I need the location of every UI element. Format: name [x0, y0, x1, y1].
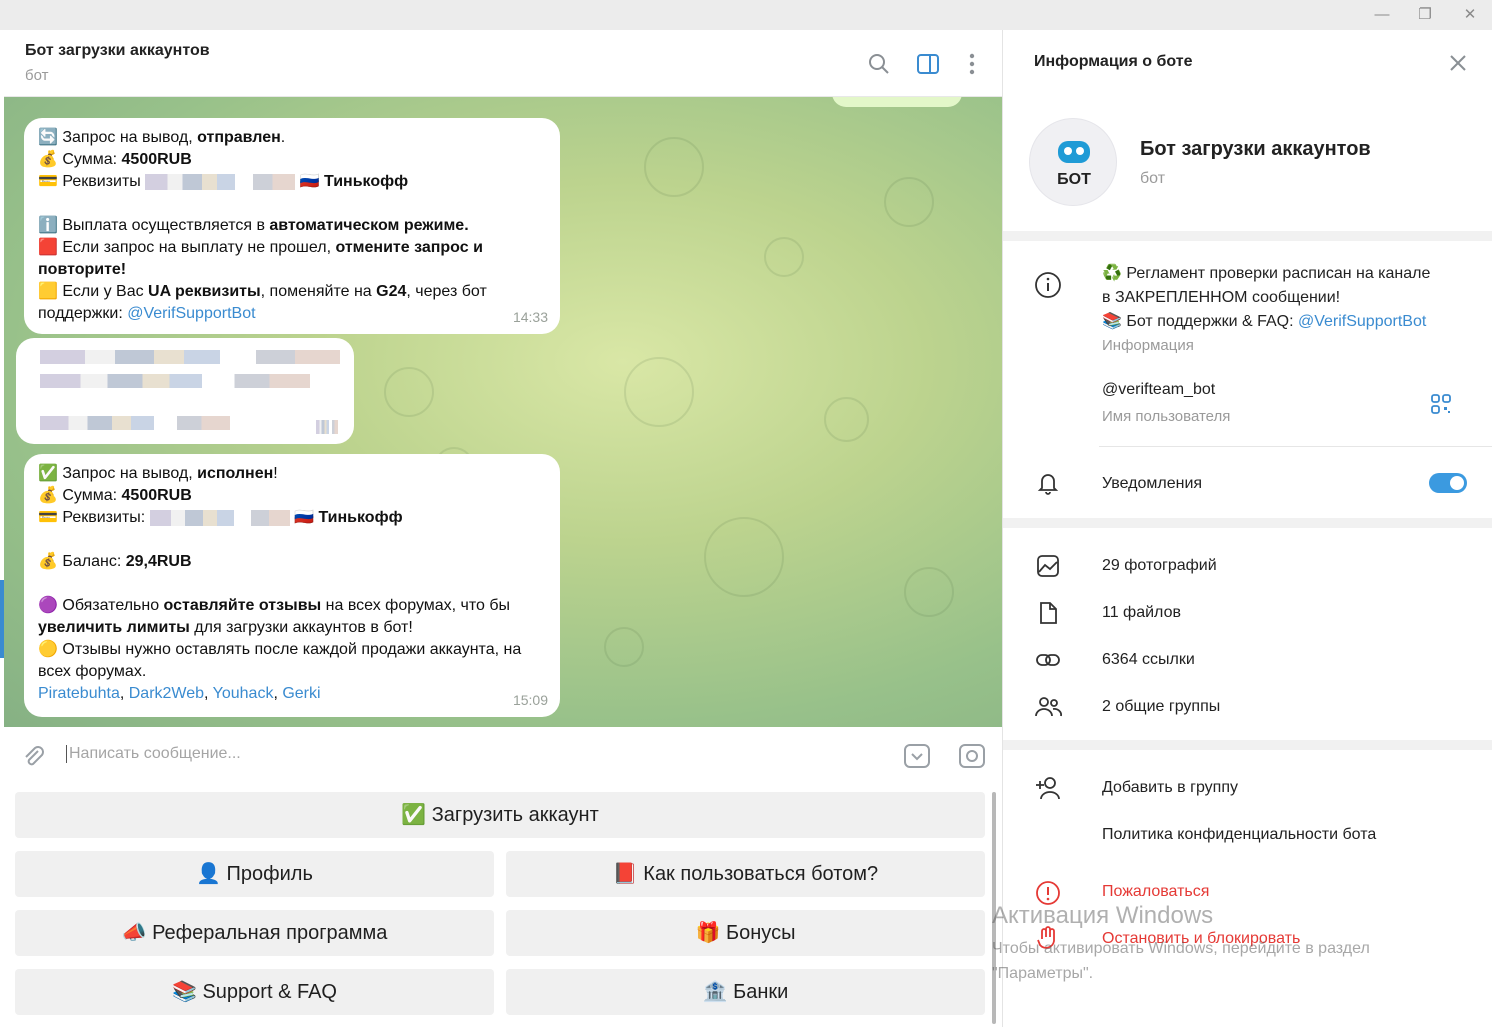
links-count[interactable]: 6364 ссылки [1102, 651, 1195, 669]
message-time: 14:33 [512, 309, 548, 325]
message-time: 15:09 [512, 692, 548, 708]
divider [1099, 446, 1492, 447]
common-groups-count[interactable]: 2 общие группы [1102, 698, 1220, 716]
divider [1003, 231, 1492, 241]
photos-icon [1037, 555, 1059, 577]
forum-link[interactable]: Dark2Web [129, 685, 204, 702]
bot-type: бот [1140, 170, 1166, 187]
chat-header[interactable]: Бот загрузки аккаунтов бот [4, 30, 1002, 97]
files-count[interactable]: 11 файлов [1102, 604, 1181, 622]
redacted-requisites [149, 509, 290, 526]
username-label: Имя пользователя [1102, 408, 1231, 425]
bell-icon [1037, 474, 1059, 495]
forum-link[interactable]: Youhack [213, 685, 274, 702]
message-bubble[interactable]: 🔄 Запрос на вывод, отправлен. 💰 Сумма: 4… [24, 118, 560, 334]
close-icon[interactable] [1447, 52, 1469, 74]
keyboard-toggle-icon[interactable] [902, 741, 932, 771]
redacted-message-bubble[interactable] [16, 338, 354, 444]
message-input[interactable]: Написать сообщение... [66, 745, 241, 763]
referral-program-button[interactable]: 📣 Реферальная программа [15, 910, 494, 956]
messages-area[interactable]: 🔄 Запрос на вывод, отправлен. 💰 Сумма: 4… [4, 97, 1002, 727]
message-bubble[interactable]: ✅ Запрос на вывод, исполнен! 💰 Сумма: 45… [24, 454, 560, 717]
message-composer: Написать сообщение... [4, 727, 1002, 787]
chat-title[interactable]: Бот загрузки аккаунтов [25, 42, 210, 60]
more-options-icon[interactable] [958, 50, 986, 78]
banks-button[interactable]: 🏦 Банки [506, 969, 985, 1015]
forum-link[interactable]: Piratebuhta [38, 685, 120, 702]
bot-info-panel: Информация о боте БОТ Бот загрузки аккау… [1002, 30, 1492, 1027]
windows-activation-title: Активация Windows [992, 902, 1214, 929]
chat-subtitle: бот [25, 67, 49, 84]
panel-title: Информация о боте [1034, 53, 1193, 70]
username-link[interactable]: @verifteam_bot [1102, 381, 1215, 399]
upload-account-button[interactable]: ✅ Загрузить аккаунт [15, 792, 985, 838]
close-window-button[interactable]: ✕ [1457, 4, 1483, 26]
about-label: Информация [1102, 337, 1194, 354]
add-user-icon [1036, 777, 1060, 800]
previous-message-tail [832, 97, 962, 107]
privacy-policy-button[interactable]: Политика конфиденциальности бота [1102, 826, 1376, 844]
notifications-label: Уведомления [1102, 475, 1203, 492]
bonuses-button[interactable]: 🎁 Бонусы [506, 910, 985, 956]
window-titlebar: — ❐ ✕ [0, 0, 1492, 30]
divider [1003, 518, 1492, 528]
notifications-toggle[interactable] [1429, 473, 1467, 493]
qr-code-icon[interactable] [1429, 392, 1453, 416]
bot-about: ♻️ Регламент проверки расписан на канале… [1102, 262, 1472, 358]
support-faq-button[interactable]: 📚 Support & FAQ [15, 969, 494, 1015]
photos-count[interactable]: 29 фотографий [1102, 557, 1217, 575]
info-icon [1035, 272, 1061, 298]
robot-icon [1058, 141, 1090, 163]
video-message-icon[interactable] [957, 741, 987, 771]
sidebar-toggle-icon[interactable] [914, 50, 942, 78]
maximize-button[interactable]: ❐ [1412, 4, 1438, 26]
files-icon [1040, 602, 1057, 624]
bot-name: Бот загрузки аккаунтов [1140, 138, 1371, 160]
search-icon[interactable] [865, 50, 893, 78]
minimize-button[interactable]: — [1369, 4, 1395, 26]
avatar[interactable]: БОТ [1029, 118, 1117, 206]
avatar-label: БОТ [1057, 171, 1091, 188]
forum-link[interactable]: Gerki [282, 685, 320, 702]
how-to-use-button[interactable]: 📕 Как пользоваться ботом? [506, 851, 985, 897]
attach-icon[interactable] [20, 743, 48, 771]
redacted-requisites [145, 173, 296, 190]
chat-panel: Бот загрузки аккаунтов бот 🔄 Запрос на в… [4, 30, 1002, 1027]
groups-icon [1035, 697, 1062, 717]
divider [1003, 740, 1492, 750]
windows-activation-text: Чтобы активировать Windows, перейдите в … [992, 940, 1370, 982]
link-icon [1036, 654, 1060, 666]
support-bot-link[interactable]: @VerifSupportBot [1298, 313, 1426, 330]
support-bot-link[interactable]: @VerifSupportBot [127, 305, 255, 322]
report-button[interactable]: Пожаловаться [1102, 883, 1209, 901]
add-to-group-button[interactable]: Добавить в группу [1102, 779, 1238, 797]
profile-button[interactable]: 👤 Профиль [15, 851, 494, 897]
